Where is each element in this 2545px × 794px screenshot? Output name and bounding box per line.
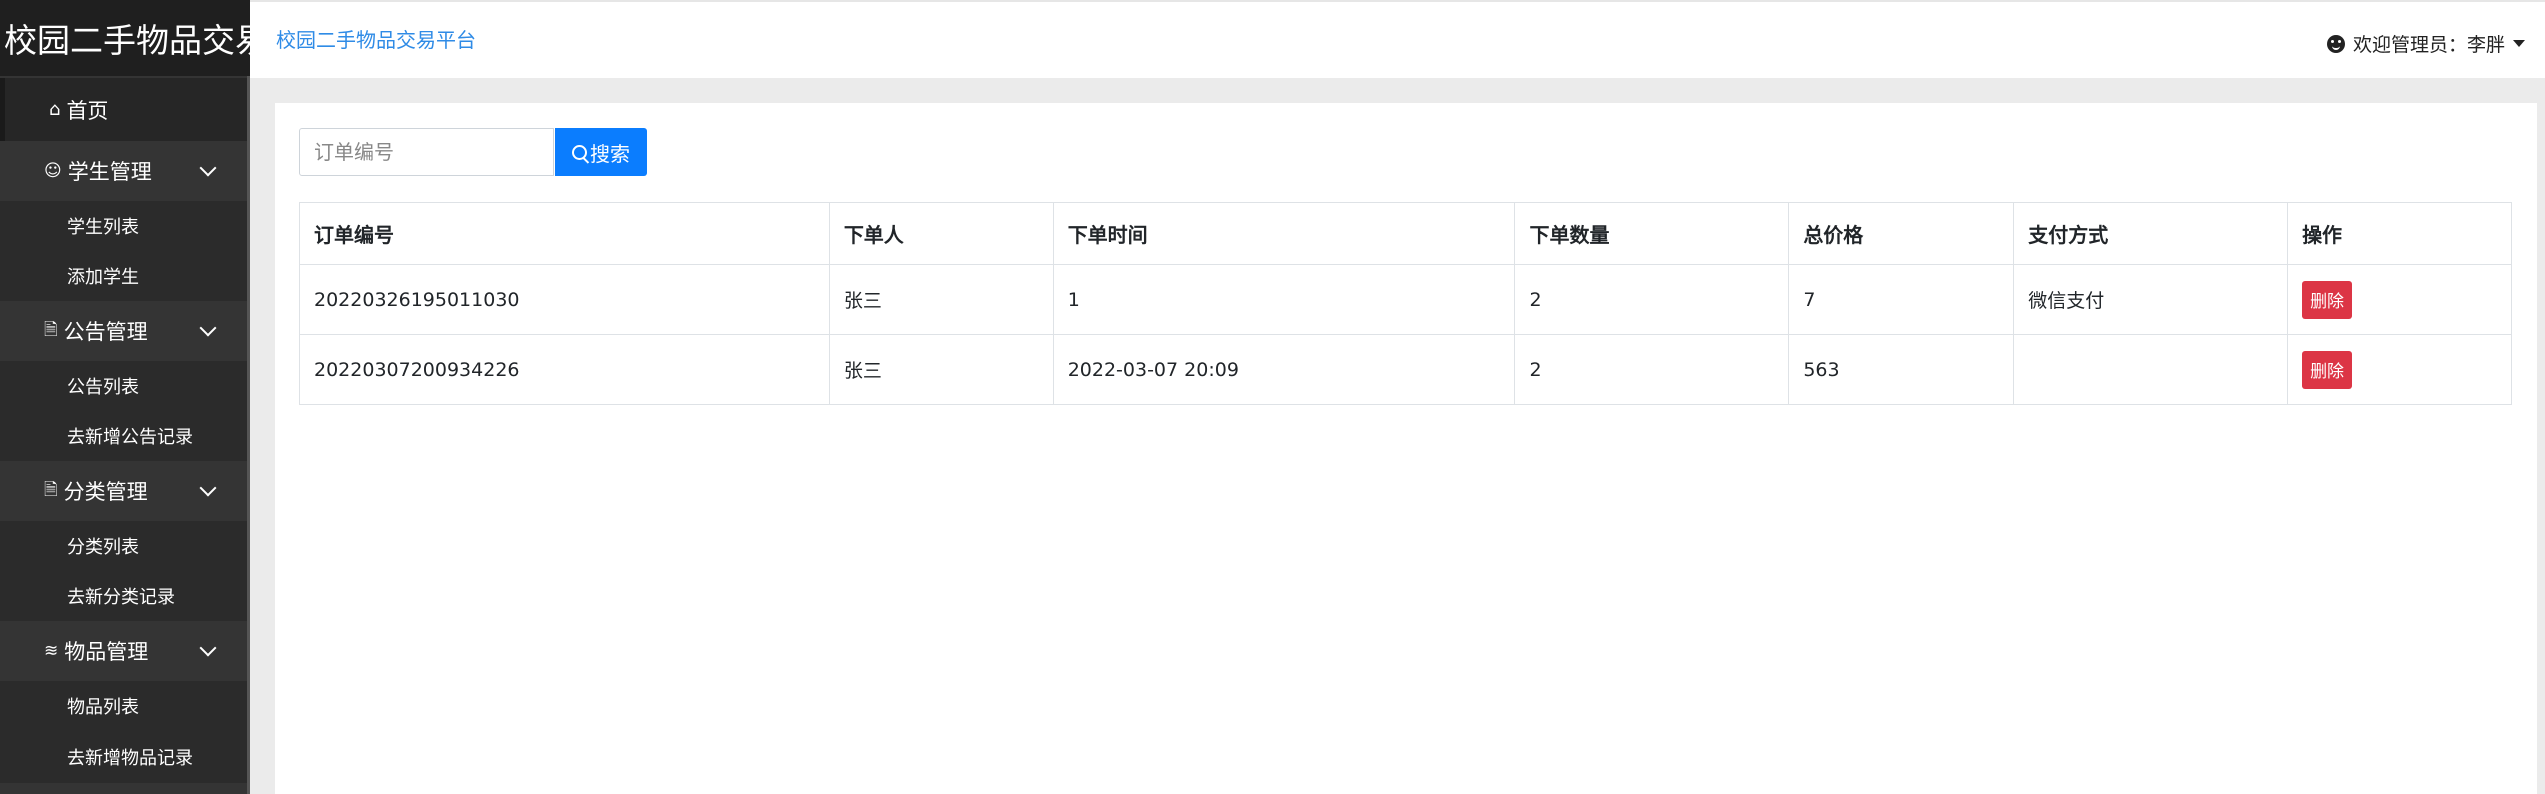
home-icon: ⌂ bbox=[49, 99, 61, 120]
delete-button[interactable]: 删除 bbox=[2302, 280, 2353, 319]
column-header-actions: 操作 bbox=[2287, 202, 2512, 265]
brand-title: 校园二手物品交易 bbox=[0, 0, 250, 76]
cell-payment-method: 微信支付 bbox=[2013, 264, 2289, 335]
sidebar-item-category-list[interactable]: 分类列表 bbox=[0, 521, 250, 571]
document-icon: 🗎 bbox=[44, 479, 58, 500]
sidebar-scrollbar[interactable] bbox=[247, 76, 250, 794]
sidebar-group-label: 学生管理 bbox=[67, 160, 152, 184]
table-header-row: 订单编号 下单人 下单时间 下单数量 总价格 支付方式 操作 bbox=[299, 202, 2512, 265]
sidebar-item-home[interactable]: ⌂ 首页 bbox=[0, 78, 250, 141]
column-header-payment-method: 支付方式 bbox=[2013, 202, 2289, 265]
cell-payment-method bbox=[2013, 334, 2289, 405]
cell-actions: 删除 bbox=[2287, 264, 2512, 335]
cell-order-number: 20220326195011030 bbox=[299, 264, 830, 335]
cell-order-time: 2022-03-07 20:09 bbox=[1052, 334, 1516, 405]
user-menu[interactable]: 欢迎管理员：李胖 bbox=[2326, 30, 2525, 57]
cell-buyer: 张三 bbox=[828, 264, 1054, 335]
cell-quantity: 2 bbox=[1514, 334, 1790, 405]
table-row: 20220326195011030 张三 1 2 7 微信支付 删除 bbox=[299, 264, 2512, 335]
cell-actions: 删除 bbox=[2287, 334, 2512, 405]
column-header-order-number: 订单编号 bbox=[299, 202, 830, 265]
sidebar-group-announcements[interactable]: 🗎 公告管理 bbox=[0, 301, 250, 361]
column-header-quantity: 下单数量 bbox=[1514, 202, 1790, 265]
sidebar-item-add-student[interactable]: 添加学生 bbox=[0, 251, 250, 301]
user-circle-icon: ☺ bbox=[44, 161, 62, 181]
main-content: 搜索 订单编号 下单人 下单时间 下单数量 总价格 支付方式 操作 202203… bbox=[275, 103, 2537, 794]
document-icon: 🗎 bbox=[44, 319, 58, 340]
search-icon bbox=[572, 144, 587, 160]
sidebar-item-student-list[interactable]: 学生列表 bbox=[0, 201, 250, 251]
sidebar-item-add-category[interactable]: 去新分类记录 bbox=[0, 571, 250, 621]
chevron-down-icon bbox=[199, 639, 217, 657]
sidebar-group-label: 公告管理 bbox=[63, 320, 148, 344]
cell-buyer: 张三 bbox=[828, 334, 1054, 405]
search-button[interactable]: 搜索 bbox=[555, 128, 647, 176]
caret-down-icon bbox=[2513, 40, 2525, 47]
chevron-down-icon bbox=[199, 159, 217, 177]
chevron-down-icon bbox=[199, 479, 217, 497]
sidebar-item-item-list[interactable]: 物品列表 bbox=[0, 681, 250, 731]
column-header-buyer: 下单人 bbox=[828, 202, 1054, 265]
layers-icon: ≋ bbox=[44, 641, 59, 661]
order-number-search-input[interactable] bbox=[299, 128, 554, 176]
sidebar-group-label: 分类管理 bbox=[63, 480, 148, 504]
cell-order-number: 20220307200934226 bbox=[299, 334, 830, 405]
sidebar-item-add-item[interactable]: 去新增物品记录 bbox=[0, 731, 250, 783]
cell-quantity: 2 bbox=[1514, 264, 1790, 335]
cell-order-time: 1 bbox=[1052, 264, 1516, 335]
sidebar-item-add-announcement[interactable]: 去新增公告记录 bbox=[0, 411, 250, 461]
table-row: 20220307200934226 张三 2022-03-07 20:09 2 … bbox=[299, 334, 2512, 405]
column-header-order-time: 下单时间 bbox=[1052, 202, 1516, 265]
delete-button[interactable]: 删除 bbox=[2302, 350, 2353, 389]
sidebar: 校园二手物品交易 ⌂ 首页 ☺ 学生管理 学生列表 添加学生 🗎 公告管理 公告… bbox=[0, 0, 250, 794]
sidebar-group-items[interactable]: ≋ 物品管理 bbox=[0, 621, 250, 681]
cell-total-price: 563 bbox=[1788, 334, 2015, 405]
sidebar-item-label: 首页 bbox=[66, 98, 109, 123]
sidebar-group-categories[interactable]: 🗎 分类管理 bbox=[0, 461, 250, 521]
column-header-total-price: 总价格 bbox=[1788, 202, 2015, 265]
platform-title-link[interactable]: 校园二手物品交易平台 bbox=[276, 24, 476, 53]
sidebar-item-announcement-list[interactable]: 公告列表 bbox=[0, 361, 250, 411]
top-header: 校园二手物品交易平台 欢迎管理员：李胖 bbox=[250, 0, 2545, 78]
orders-table: 订单编号 下单人 下单时间 下单数量 总价格 支付方式 操作 202203261… bbox=[299, 202, 2512, 405]
search-button-label: 搜索 bbox=[590, 141, 630, 166]
chevron-down-icon bbox=[199, 319, 217, 337]
cell-total-price: 7 bbox=[1788, 264, 2015, 335]
user-label: 欢迎管理员：李胖 bbox=[2352, 34, 2505, 56]
sidebar-group-students[interactable]: ☺ 学生管理 bbox=[0, 141, 250, 201]
smiley-icon bbox=[2326, 34, 2345, 53]
sidebar-group-label: 物品管理 bbox=[64, 640, 149, 664]
